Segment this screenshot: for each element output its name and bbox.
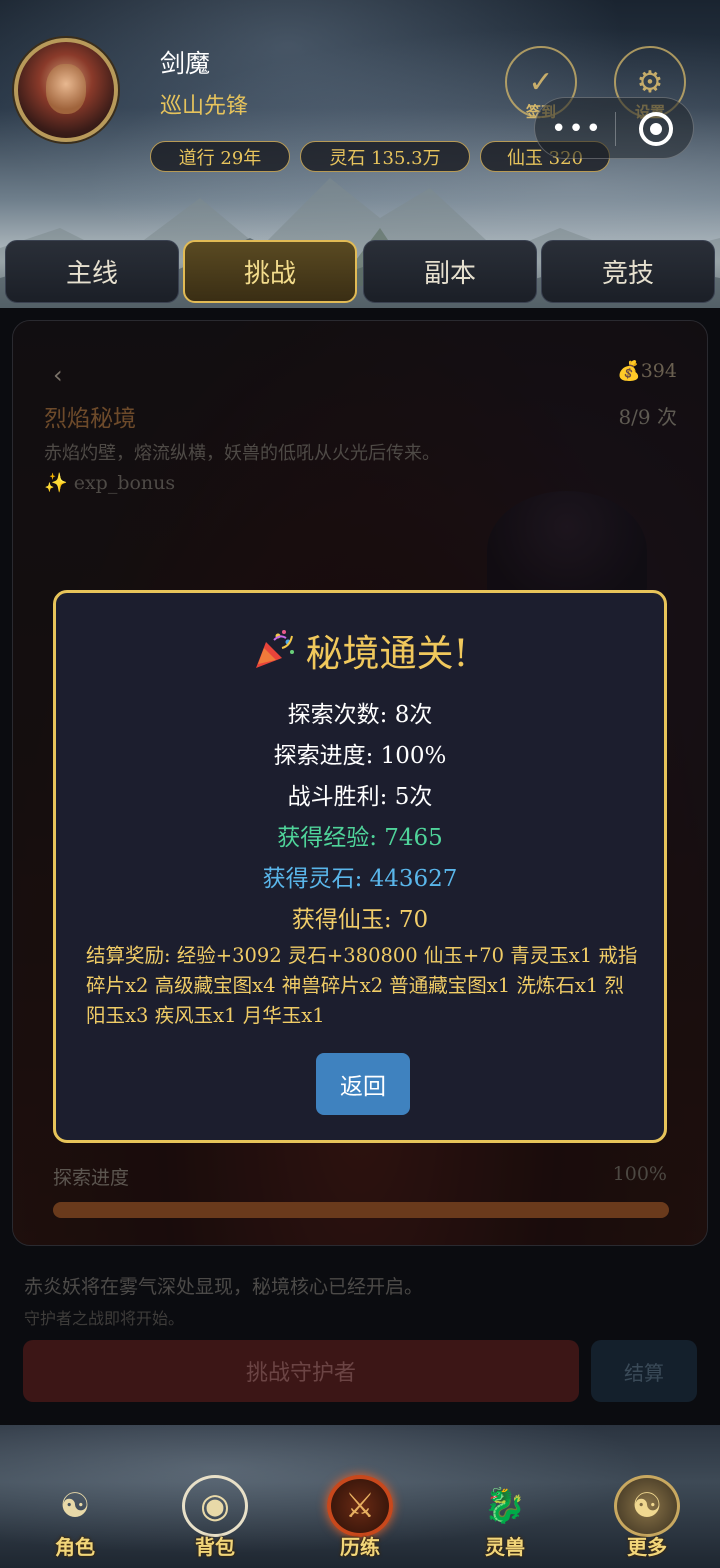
nav-character[interactable]: ☯ 角色 [20,1435,130,1560]
crossed-swords-icon: ⚔ [327,1475,393,1537]
nav-bag-label: 背包 [195,1535,235,1559]
nav-spirit-beast[interactable]: 🐉 灵兽 [450,1435,560,1560]
nav-spirit-beast-label: 灵兽 [485,1535,525,1559]
more-icon: ☯ [614,1475,680,1537]
avatar[interactable] [14,38,118,142]
bag-icon: ◉ [182,1475,248,1537]
header: 剑魔 巡山先锋 道行 29年 灵石 135.3万 仙玉 320 ✓ 签到 ⚙ 设… [0,0,720,308]
miniprogram-capsule: ••• [534,97,694,159]
hint-text-primary: 赤炎妖将在雾气深处显现，秘境核心已经开启。 [24,1276,424,1298]
avatar-portrait [46,64,86,114]
player-name: 剑魔 [160,49,211,78]
nav-more-label: 更多 [627,1535,667,1559]
result-xianyu-gained: 获得仙玉: 70 [291,907,429,933]
dialog-title-row: 秘境通关! [56,623,664,677]
dragon-icon: 🐉 [483,1486,527,1526]
dungeon-description: 赤焰灼壁，熔流纵横，妖兽的低吼从火光后传来。 [44,443,440,464]
progress-percent: 100% [612,1163,667,1185]
result-explore-progress: 探索进度: 100% [273,743,447,769]
nav-training-label: 历练 [340,1535,380,1559]
stat-daoxing: 道行 29年 [150,141,290,172]
gear-icon: ⚙ [636,64,664,100]
progress-label: 探索进度 [53,1167,130,1189]
coin-count: 💰394 [617,360,677,382]
result-explore-count: 探索次数: 8次 [287,702,433,728]
checkmark-icon: ✓ [528,64,554,100]
capsule-divider [615,112,616,146]
party-popper-icon [255,630,294,668]
tab-arena[interactable]: 竞技 [541,240,715,303]
nav-training[interactable]: ⚔ 历练 [305,1435,415,1560]
character-icon: ☯ [59,1486,91,1526]
more-options-icon[interactable]: ••• [547,112,607,146]
tab-dungeon[interactable]: 副本 [363,240,537,303]
hint-text-secondary: 守护者之战即将开始。 [24,1309,185,1328]
dungeon-buff: ✨ exp_bonus [44,472,176,494]
dialog-title: 秘境通关! [305,632,469,675]
progress-bar [53,1202,669,1218]
bottom-nav: ☯ 角色 ◉ 背包 ⚔ 历练 🐉 灵兽 ☯ 更多 [0,1425,720,1568]
settle-button[interactable]: 结算 [591,1340,697,1402]
close-miniprogram-icon[interactable] [639,112,673,146]
tab-mainline[interactable]: 主线 [5,240,179,303]
challenge-guardian-button[interactable]: 挑战守护者 [23,1340,579,1402]
nav-character-label: 角色 [55,1535,95,1559]
settlement-rewards: 结算奖励: 经验+3092 灵石+380800 仙玉+70 青灵玉x1 戒指碎片… [86,944,638,1027]
progress-bar-fill [53,1202,669,1218]
result-battle-wins: 战斗胜利: 5次 [287,784,433,810]
back-icon[interactable]: ‹ [53,361,63,389]
stat-lingshi: 灵石 135.3万 [300,141,470,172]
nav-more[interactable]: ☯ 更多 [592,1435,702,1560]
clear-result-dialog: 秘境通关! 探索次数: 8次 探索进度: 100% 战斗胜利: 5次 获得经验:… [53,590,667,1143]
attempts-count: 8/9 次 [618,405,677,429]
player-rank: 巡山先锋 [160,94,249,119]
result-lingshi-gained: 获得灵石: 443627 [262,866,458,892]
result-exp-gained: 获得经验: 7465 [277,825,443,851]
dungeon-name: 烈焰秘境 [44,406,136,432]
nav-bag[interactable]: ◉ 背包 [160,1435,270,1560]
tab-challenge[interactable]: 挑战 [183,240,357,303]
return-button[interactable]: 返回 [316,1053,410,1115]
